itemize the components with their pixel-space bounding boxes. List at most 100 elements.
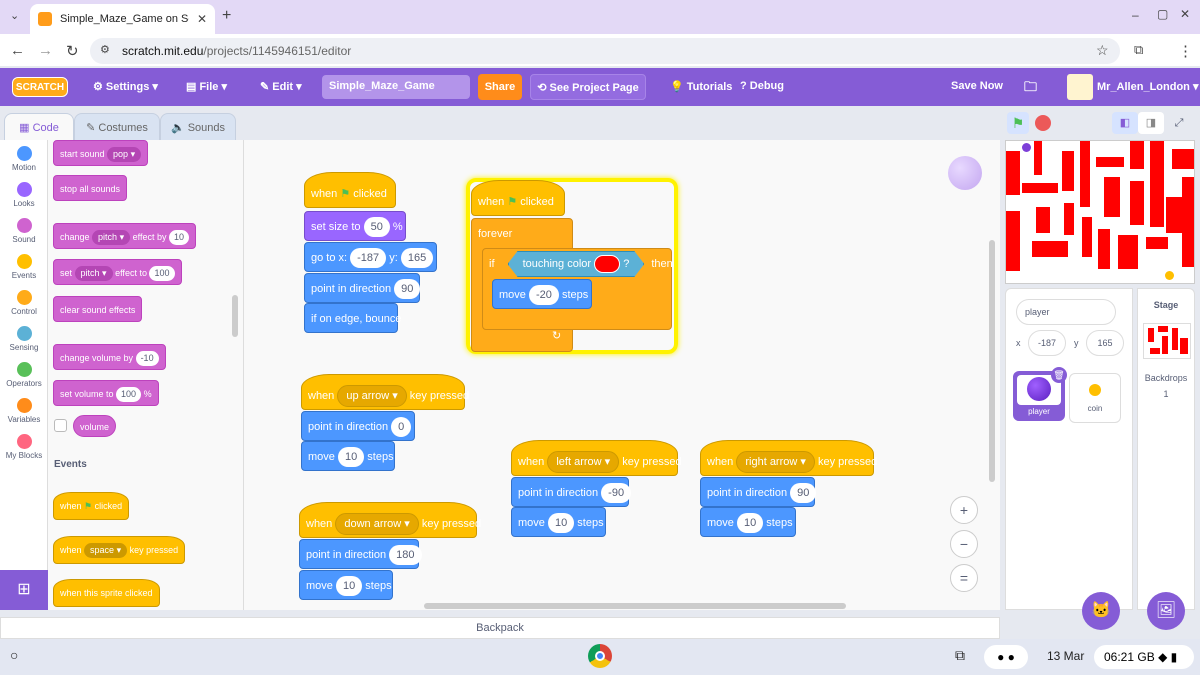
direction-input[interactable]: -90 <box>601 483 632 503</box>
browser-tab[interactable]: Simple_Maze_Game on Scratc ✕ <box>30 4 215 34</box>
delete-sprite-icon[interactable]: 🗑 <box>1051 367 1067 383</box>
edit-menu[interactable]: ✎ Edit ▾ <box>260 80 302 93</box>
key-dropdown[interactable]: right arrow ▾ <box>736 451 815 473</box>
site-info-icon[interactable]: ⚙ <box>100 43 110 56</box>
category-variables[interactable]: Variables <box>0 398 48 424</box>
if-on-edge-bounce-block[interactable]: if on edge, bounce <box>304 303 402 333</box>
point-in-direction-block[interactable]: point in direction 90 <box>700 477 817 507</box>
tutorials-button[interactable]: 💡 Tutorials <box>670 80 732 93</box>
key-dropdown[interactable]: left arrow ▾ <box>547 451 620 473</box>
zoom-out-button[interactable]: − <box>950 530 978 558</box>
share-button[interactable]: Share <box>478 74 522 100</box>
fullscreen-button[interactable]: ⤢ <box>1166 112 1192 134</box>
see-project-page-button[interactable]: ⟲ See Project Page <box>530 74 646 100</box>
palette-clear-sound-effects-block[interactable]: clear sound effects <box>53 296 143 322</box>
close-window-icon[interactable]: ✕ <box>1180 7 1190 21</box>
value-input[interactable]: 10 <box>168 230 189 245</box>
zoom-reset-button[interactable]: = <box>950 564 978 592</box>
user-avatar[interactable] <box>1067 74 1093 100</box>
effect-dropdown[interactable]: pitch ▾ <box>74 266 113 281</box>
file-menu[interactable]: ▤ File ▾ <box>186 80 227 93</box>
when-key-pressed-hat[interactable]: when left arrow ▾ key pressed <box>511 440 682 476</box>
save-now-button[interactable]: Save Now <box>951 80 1003 92</box>
palette-when-flag-clicked-block[interactable]: when ⚑ clicked <box>53 492 130 520</box>
sound-dropdown[interactable]: pop ▾ <box>107 147 142 162</box>
extensions-icon[interactable]: ⧉ <box>1134 42 1143 58</box>
point-in-direction-block[interactable]: point in direction -90 <box>511 477 632 507</box>
scratch-logo[interactable]: SCRATCH <box>12 77 68 97</box>
palette-set-effect-block[interactable]: set pitch ▾ effect to 100 <box>53 259 182 285</box>
size-input[interactable]: 50 <box>363 217 390 237</box>
volume-monitor-checkbox[interactable] <box>54 419 67 432</box>
point-in-direction-block[interactable]: point in direction 0 <box>301 411 415 441</box>
value-input[interactable]: -10 <box>135 351 159 366</box>
palette-change-effect-block[interactable]: change pitch ▾ effect by 10 <box>53 223 196 249</box>
value-input[interactable]: 100 <box>116 387 142 402</box>
status-icons[interactable]: ● ● <box>984 645 1028 669</box>
key-dropdown[interactable]: up arrow ▾ <box>337 385 407 407</box>
value-input[interactable]: 100 <box>149 266 175 281</box>
touching-color-block[interactable]: touching color ? <box>508 251 645 277</box>
tab-sounds[interactable]: 🔈 Sounds <box>160 113 236 141</box>
small-stage-button[interactable]: ◧ <box>1112 112 1138 134</box>
direction-input[interactable]: 90 <box>790 483 817 503</box>
category-sound[interactable]: Sound <box>0 218 48 244</box>
when-key-pressed-hat[interactable]: when down arrow ▾ key pressed <box>299 502 481 538</box>
when-key-pressed-hat[interactable]: when up arrow ▾ key pressed <box>301 374 469 410</box>
sprite-y-input[interactable]: 165 <box>1086 330 1124 356</box>
point-in-direction-block[interactable]: point in direction 180 <box>299 539 422 569</box>
launcher-icon[interactable]: ○ <box>10 647 18 663</box>
tab-search-icon[interactable]: ⌄ <box>10 9 19 22</box>
stop-button[interactable] <box>1035 115 1051 131</box>
stage-canvas[interactable] <box>1005 140 1195 284</box>
when-flag-clicked-hat[interactable]: when ⚑ clicked <box>304 172 396 208</box>
account-menu[interactable]: Mr_Allen_London ▾ <box>1097 80 1198 93</box>
maximize-icon[interactable]: ▢ <box>1157 7 1168 21</box>
key-dropdown[interactable]: down arrow ▾ <box>335 513 419 535</box>
settings-menu[interactable]: ⚙ Settings ▾ <box>93 80 158 93</box>
palette-stop-all-sounds-block[interactable]: stop all sounds <box>53 175 128 201</box>
point-in-direction-block[interactable]: point in direction 90 <box>304 273 421 303</box>
palette-set-volume-block[interactable]: set volume to 100 % <box>53 380 159 406</box>
category-motion[interactable]: Motion <box>0 146 48 172</box>
x-input[interactable]: -187 <box>350 248 387 268</box>
category-events[interactable]: Events <box>0 254 48 280</box>
steps-input[interactable]: 10 <box>736 513 764 533</box>
minimize-icon[interactable]: – <box>1132 8 1139 22</box>
move-steps-block[interactable]: move -20 steps <box>492 279 592 309</box>
move-steps-block[interactable]: move 10 steps <box>700 507 796 537</box>
category-my-blocks[interactable]: My Blocks <box>0 434 48 460</box>
tab-costumes[interactable]: ✎ Costumes <box>74 113 160 141</box>
key-dropdown[interactable]: space ▾ <box>84 543 128 558</box>
debug-button[interactable]: ? Debug <box>740 80 784 92</box>
close-tab-icon[interactable]: ✕ <box>197 12 207 26</box>
workspace-horizontal-scrollbar[interactable] <box>424 603 846 609</box>
category-operators[interactable]: Operators <box>0 362 48 388</box>
backpack-bar[interactable]: Backpack <box>0 617 1000 639</box>
back-icon[interactable]: ← <box>10 42 25 59</box>
workspace-vertical-scrollbar[interactable] <box>989 240 995 482</box>
sprite-tile-coin[interactable]: coin <box>1069 373 1121 423</box>
shelf-date[interactable]: 13 Mar <box>1047 649 1084 663</box>
project-title-input[interactable]: Simple_Maze_Game <box>322 75 470 99</box>
effect-dropdown[interactable]: pitch ▾ <box>92 230 131 245</box>
sprite-name-input[interactable]: player <box>1016 299 1116 325</box>
system-tray[interactable]: 06:21 GB ◆ ▮ <box>1094 645 1194 669</box>
sprite-x-input[interactable]: -187 <box>1028 330 1066 356</box>
y-input[interactable]: 165 <box>400 248 434 268</box>
coin-sprite[interactable] <box>1165 271 1174 280</box>
add-extension-button[interactable]: ⊞ <box>0 570 48 610</box>
player-sprite[interactable] <box>1022 143 1031 152</box>
choose-backdrop-button[interactable]: 🖼 <box>1147 592 1185 630</box>
steps-input[interactable]: 10 <box>547 513 575 533</box>
palette-when-sprite-clicked-block[interactable]: when this sprite clicked <box>53 579 160 607</box>
when-key-pressed-hat[interactable]: when right arrow ▾ key pressed <box>700 440 877 476</box>
palette-change-volume-block[interactable]: change volume by -10 <box>53 344 166 370</box>
steps-input[interactable]: 10 <box>335 576 363 596</box>
zoom-in-button[interactable]: + <box>950 496 978 524</box>
direction-input[interactable]: 90 <box>394 279 421 299</box>
set-size-block[interactable]: set size to 50 % <box>304 211 406 241</box>
direction-input[interactable]: 180 <box>389 545 422 565</box>
browser-menu-icon[interactable]: ⋮ <box>1178 42 1193 60</box>
category-sensing[interactable]: Sensing <box>0 326 48 352</box>
